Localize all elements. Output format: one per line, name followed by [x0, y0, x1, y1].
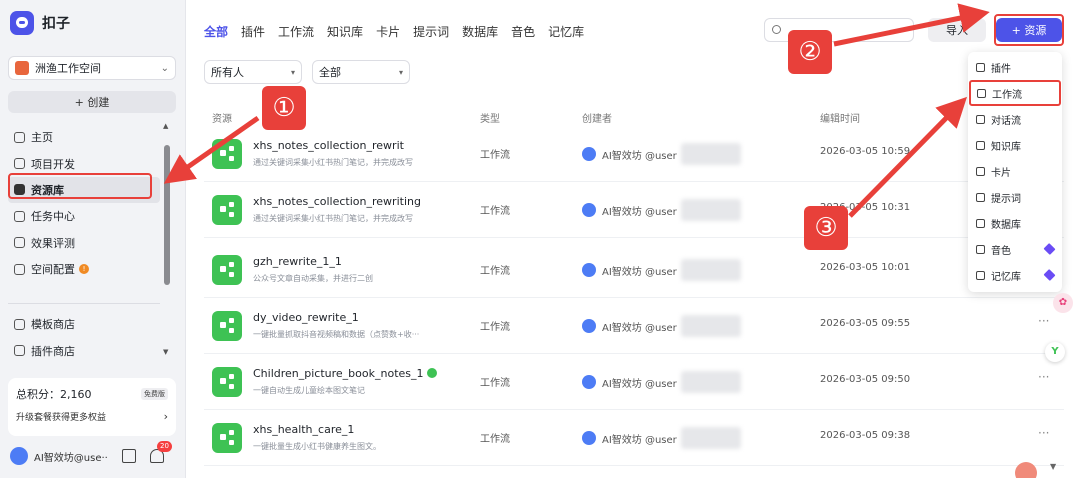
step-1-badge: ① — [262, 86, 306, 130]
arrow-to-resource-button — [833, 3, 990, 47]
annotation-arrows — [163, 3, 990, 218]
step-2-badge: ② — [788, 30, 832, 74]
app-window: 扣子 洲渔工作空间 ⌄ + 创建 主页 项目开发 资源库 任务中心 效果评测 空… — [0, 0, 1080, 478]
arrow-to-library — [163, 115, 260, 184]
arrow-to-workflow — [848, 96, 968, 218]
step-3-badge: ③ — [804, 206, 848, 250]
